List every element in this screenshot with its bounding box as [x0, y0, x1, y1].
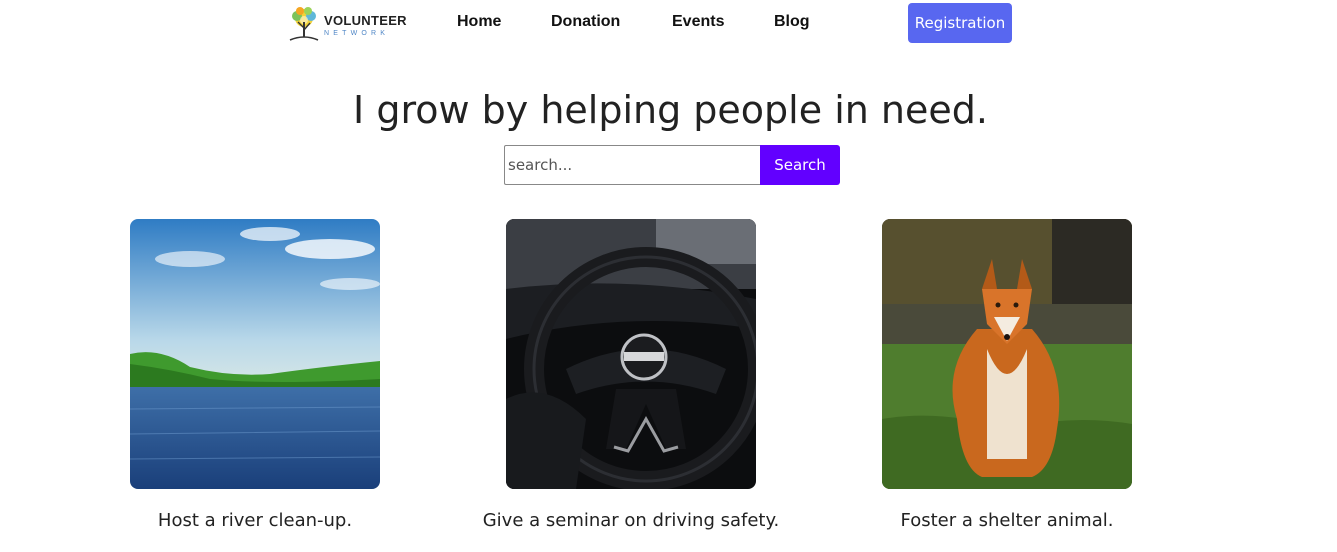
event-card-river-cleanup[interactable]: Host a river clean-up. [130, 219, 380, 531]
event-card-foster-animal[interactable]: Foster a shelter animal. [882, 219, 1132, 531]
nav-blog[interactable]: Blog [774, 13, 810, 31]
fox-image [882, 219, 1132, 489]
search-button[interactable]: Search [760, 145, 840, 185]
card-title: Give a seminar on driving safety. [482, 510, 780, 531]
tree-logo-icon [289, 7, 319, 41]
search-input[interactable] [504, 145, 760, 185]
nav-events[interactable]: Events [672, 13, 724, 31]
card-title: Foster a shelter animal. [900, 510, 1114, 531]
river-image [130, 219, 380, 489]
page-title: I grow by helping people in need. [353, 88, 988, 132]
steering-wheel-image [506, 219, 756, 489]
registration-button[interactable]: Registration [908, 3, 1012, 43]
nav-donation[interactable]: Donation [551, 13, 620, 31]
event-card-driving-seminar[interactable]: Give a seminar on driving safety. [483, 219, 779, 531]
logo-title: VOLUNTEER [324, 12, 407, 28]
logo-subtitle: NETWORK [324, 29, 390, 37]
site-logo[interactable]: VOLUNTEER NETWORK [286, 6, 410, 44]
nav-home[interactable]: Home [457, 13, 501, 31]
card-title: Host a river clean-up. [157, 510, 353, 531]
